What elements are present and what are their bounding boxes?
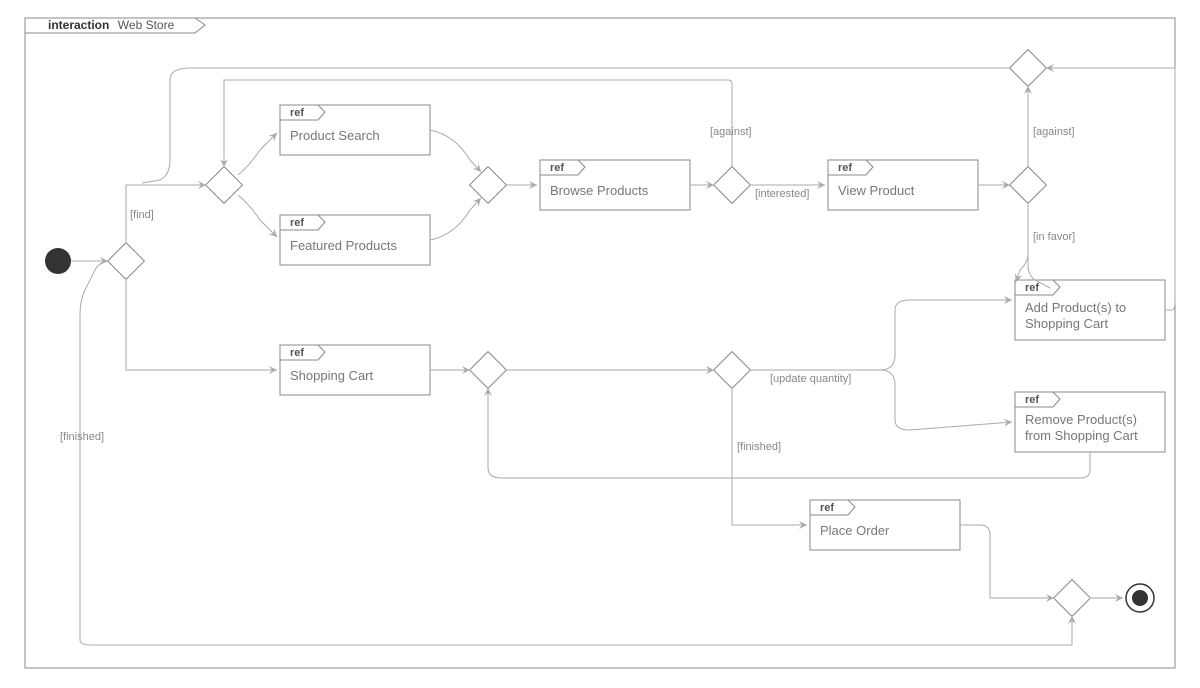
svg-text:ref: ref bbox=[290, 107, 304, 119]
final-node bbox=[1126, 584, 1154, 612]
decision-main bbox=[108, 243, 145, 280]
ref-featured-products: ref Featured Products bbox=[280, 215, 430, 265]
svg-text:ref: ref bbox=[1025, 282, 1039, 294]
merge-before-final bbox=[1054, 580, 1091, 617]
edge-infavor-visible bbox=[1016, 203, 1028, 282]
guard-in-favor: [in favor] bbox=[1033, 231, 1075, 243]
edge-finished-to-placeorder bbox=[732, 388, 807, 525]
guard-find: [find] bbox=[130, 209, 154, 221]
edge-search-to-merge bbox=[430, 130, 481, 172]
decision-cart-action bbox=[714, 352, 751, 389]
frame-name: Web Store bbox=[118, 18, 175, 32]
ref-add-to-cart: ref Add Product(s) to Shopping Cart bbox=[1015, 280, 1165, 340]
svg-text:View Product: View Product bbox=[838, 183, 915, 198]
guard-interested: [interested] bbox=[755, 188, 809, 200]
edge-add-to-topmerge bbox=[1046, 68, 1175, 310]
decision-find bbox=[206, 167, 243, 204]
svg-text:Add Product(s) to: Add Product(s) to bbox=[1025, 300, 1126, 315]
guard-finished: [finished] bbox=[737, 441, 781, 453]
edge-featured-to-merge bbox=[430, 198, 481, 240]
ref-place-order: ref Place Order bbox=[810, 500, 960, 550]
decision-after-browse bbox=[714, 167, 751, 204]
guard-against-view: [against] bbox=[1033, 126, 1075, 138]
svg-text:Featured Products: Featured Products bbox=[290, 238, 397, 253]
decision-after-view bbox=[1010, 167, 1047, 204]
frame-border bbox=[25, 18, 1175, 668]
ref-remove-from-cart: ref Remove Product(s) from Shopping Cart bbox=[1015, 392, 1165, 452]
svg-text:Place Order: Place Order bbox=[820, 523, 890, 538]
frame-keyword: interaction bbox=[48, 18, 109, 32]
interaction-overview-diagram: interaction Web Store ref Product Search… bbox=[0, 0, 1200, 688]
guard-finished-left: [finished] bbox=[60, 431, 104, 443]
guard-update-quantity: [update quantity] bbox=[770, 373, 851, 385]
svg-text:Browse Products: Browse Products bbox=[550, 183, 649, 198]
svg-text:ref: ref bbox=[820, 502, 834, 514]
edge-update-to-remove bbox=[880, 370, 1012, 430]
svg-text:from Shopping Cart: from Shopping Cart bbox=[1025, 428, 1138, 443]
svg-text:interaction Web Store: interaction Web Store bbox=[48, 16, 175, 33]
ref-product-search: ref Product Search bbox=[280, 105, 430, 155]
svg-text:Shopping Cart: Shopping Cart bbox=[1025, 316, 1108, 331]
initial-node bbox=[45, 248, 71, 274]
svg-text:ref: ref bbox=[550, 162, 564, 174]
svg-text:ref: ref bbox=[290, 217, 304, 229]
svg-text:ref: ref bbox=[290, 347, 304, 359]
svg-text:ref: ref bbox=[838, 162, 852, 174]
edge-infavor-down bbox=[1028, 203, 1050, 288]
svg-text:Remove Product(s): Remove Product(s) bbox=[1025, 412, 1137, 427]
svg-text:Product Search: Product Search bbox=[290, 128, 380, 143]
svg-text:ref: ref bbox=[1025, 394, 1039, 406]
edge-d1-to-cart bbox=[126, 279, 277, 370]
guard-against-browse: [against] bbox=[710, 126, 752, 138]
merge-before-browse bbox=[470, 167, 507, 204]
merge-after-cart bbox=[470, 352, 507, 389]
svg-text:Shopping Cart: Shopping Cart bbox=[290, 368, 373, 383]
ref-browse-products: ref Browse Products bbox=[540, 160, 690, 210]
ref-view-product: ref View Product bbox=[828, 160, 978, 210]
ref-shopping-cart: ref Shopping Cart bbox=[280, 345, 430, 395]
edge-d2-to-featured bbox=[238, 195, 277, 237]
merge-top-feedback bbox=[1010, 50, 1047, 87]
edge-d1-finished-to-finalmerge bbox=[80, 261, 1072, 645]
edge-update-to-add bbox=[880, 300, 1012, 370]
edge-remove-to-mergecart bbox=[488, 388, 1090, 478]
edge-placeorder-to-final-merge bbox=[960, 525, 1054, 598]
edge-d2-to-search bbox=[238, 133, 277, 175]
